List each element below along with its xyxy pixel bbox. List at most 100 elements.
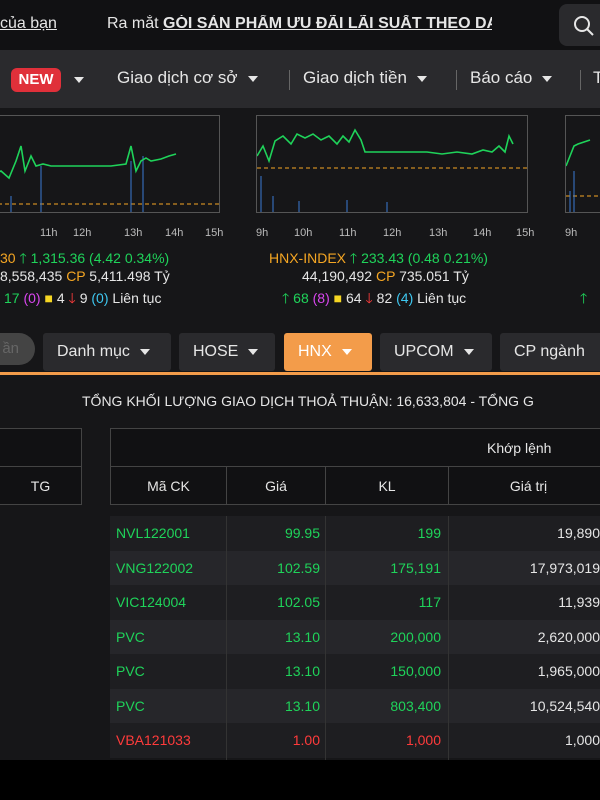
column-header-row: Mã CK Giá KL Giá trị: [110, 467, 600, 505]
time-tick: 9h: [256, 227, 269, 239]
table-row[interactable]: PVC 13.10 200,000 2,620,000: [110, 619, 600, 654]
intraday-chart-svg: [0, 145, 219, 212]
announcement-ticker: của bạn Ra mắt GÓI SẢN PHẨM ƯU ĐÃI LÃI S…: [0, 0, 600, 50]
hnx-volume: 44,190,492: [302, 268, 373, 284]
match-table-header: Khớp lệnh Mã CK Giá KL Giá trị: [110, 428, 600, 505]
hnx-index-chart[interactable]: [256, 115, 528, 213]
column-divider: [448, 516, 449, 760]
cell-kl: 150,000: [390, 663, 441, 679]
tab-danh-muc[interactable]: Danh mục: [43, 333, 171, 371]
column-divider: [325, 516, 326, 760]
table-row[interactable]: PVC 13.10 803,400 10,524,540: [110, 688, 600, 723]
nav-item-label: Giao dịch cơ sở: [117, 68, 238, 87]
cell-kl: 803,400: [390, 697, 441, 714]
table-row[interactable]: VNG122002 102.59 175,191 17,973,019: [110, 550, 600, 585]
cell-kl: 200,000: [390, 628, 441, 645]
cell-gia: 102.59: [277, 559, 320, 576]
time-tick: 12h: [383, 227, 402, 239]
tab-cp-nganh[interactable]: CP ngành: [500, 333, 600, 371]
match-table-body: NVL122001 99.95 199 19,890 VNG122002 102.59 17…: [110, 516, 600, 758]
table-row[interactable]: VBA121033 1.00 1,000 1,000: [110, 723, 600, 758]
nav-item-giao-dich-co-so[interactable]: Giao dịch cơ sở: [117, 68, 258, 88]
cell-gt: 19,890: [557, 525, 600, 541]
new-badge: NEW: [11, 68, 61, 92]
floor-count: (0): [91, 290, 109, 306]
column-divider: [226, 516, 227, 760]
ceiling-count: (0): [23, 290, 41, 306]
chevron-down-icon: [463, 348, 474, 355]
search-button[interactable]: [559, 4, 600, 46]
index-left-prefix: 30: [0, 250, 16, 266]
nav-item-truncated[interactable]: T: [593, 68, 600, 88]
column-header-kl[interactable]: KL: [325, 467, 448, 505]
time-tick: 14h: [165, 227, 184, 239]
square-icon: ■: [333, 290, 343, 306]
hnx-cp-value: 735.051 Tỷ: [399, 268, 469, 284]
chevron-down-icon: [247, 75, 258, 82]
ticker-highlight[interactable]: GÓI SẢN PHẨM ƯU ĐÃI LÃI SUẤT THEO DA: [163, 15, 492, 32]
time-tick: 12h: [73, 227, 92, 239]
index-left-change: 1,315.36 (4.42 0.34%): [30, 250, 170, 266]
cell-gia: 99.95: [284, 525, 320, 541]
index-chart-right[interactable]: [565, 115, 600, 213]
tab-label: HNX: [298, 343, 332, 360]
nav-separator: [289, 70, 290, 90]
time-tick: 13h: [429, 227, 448, 239]
tab-label: Danh mục: [57, 343, 130, 360]
session-status: Liên tục: [417, 290, 467, 306]
time-tick: 15h: [205, 227, 224, 239]
hnx-breadth-row: 🡑 68 (8) ■ 64 🡓 82 (4) Liên tục: [282, 288, 466, 312]
cell-gia: 102.05: [277, 594, 320, 610]
cell-ma: PVC: [116, 697, 145, 714]
table-row[interactable]: PVC 13.10 150,000 1,965,000: [110, 654, 600, 689]
column-header-ma-ck[interactable]: Mã CK: [110, 467, 226, 505]
index-left-cp-label: CP: [66, 268, 86, 284]
session-status: Liên tục: [112, 290, 162, 306]
cell-kl: 175,191: [390, 559, 441, 576]
nav-item-bao-cao[interactable]: Báo cáo: [470, 68, 553, 88]
hnx-cp-label: CP: [375, 268, 396, 284]
declines-count: 9: [79, 290, 88, 306]
column-header-gia[interactable]: Giá: [226, 467, 325, 505]
arrow-up-icon: 🡑: [19, 250, 27, 266]
index-right-breadth-row: 🡑: [580, 288, 587, 312]
tab-hnx[interactable]: HNX: [284, 333, 372, 371]
chevron-down-icon[interactable]: [74, 77, 84, 83]
search-icon: [574, 16, 594, 36]
ticker-link-left[interactable]: của bạn: [0, 15, 57, 33]
tab-label: CP ngành: [514, 343, 585, 360]
index-left-cp-value: 5,411.498 Tỷ: [89, 268, 170, 284]
index-chart-left[interactable]: [0, 115, 220, 213]
arrow-up-icon: 🡑: [282, 290, 290, 306]
column-header-tg[interactable]: TG: [0, 467, 82, 505]
cell-ma: VNG122002: [116, 559, 194, 576]
ticker-prefix: Ra mắt: [107, 15, 164, 32]
tab-hose[interactable]: HOSE: [179, 333, 275, 371]
chevron-down-icon: [248, 348, 259, 355]
cell-gt: 2,620,000: [537, 628, 600, 645]
arrow-up-icon: 🡑: [580, 290, 588, 306]
intraday-chart-svg: [565, 139, 600, 212]
declines-count: 82: [376, 290, 393, 306]
column-header-gia-tri[interactable]: Giá trị: [448, 467, 600, 505]
intraday-chart-svg: [256, 128, 527, 212]
view-toggle-pill[interactable]: ần: [0, 333, 35, 365]
advances-count: 68: [293, 290, 309, 306]
cell-kl: 199: [417, 525, 441, 541]
chevron-down-icon: [416, 75, 427, 82]
main-nav: NEW Giao dịch cơ sở Giao dịch tiền Báo c…: [0, 50, 600, 108]
group-header-khop-lenh: Khớp lệnh: [110, 428, 600, 467]
cell-ma: PVC: [116, 663, 145, 679]
nav-item-giao-dich-tien[interactable]: Giao dịch tiền: [303, 68, 427, 88]
table-row[interactable]: VIC124004 102.05 117 11,939: [110, 585, 600, 620]
time-tick: 11h: [40, 227, 58, 239]
cell-gt: 17,973,019: [529, 559, 600, 576]
tab-upcom[interactable]: UPCOM: [380, 333, 492, 371]
hnx-index-change: 233.43 (0.48 0.21%): [361, 250, 488, 266]
index-left-volume: 8,558,435: [0, 268, 63, 284]
tab-label: UPCOM: [394, 343, 454, 360]
table-row[interactable]: NVL122001 99.95 199 19,890: [110, 516, 600, 551]
nav-item-label: Báo cáo: [470, 68, 533, 87]
chevron-down-icon: [139, 348, 150, 355]
ticker-announcement[interactable]: Ra mắt GÓI SẢN PHẨM ƯU ĐÃI LÃI SUẤT THEO…: [107, 15, 492, 33]
